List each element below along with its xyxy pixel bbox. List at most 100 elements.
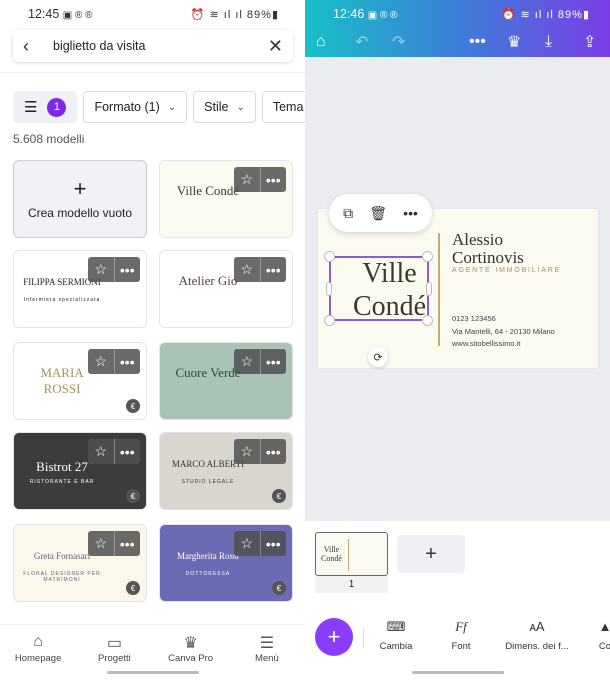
- tool-label: Dimens. dei f...: [505, 641, 569, 652]
- template-card[interactable]: Cuore Verde ☆ •••: [159, 342, 293, 420]
- template-card[interactable]: Greta Fornasari FLORAL DESIGNER PER MATRI…: [13, 524, 147, 602]
- star-icon[interactable]: ☆: [234, 349, 261, 374]
- share-icon[interactable]: ⇪: [583, 32, 596, 52]
- pro-crown-icon: €: [126, 581, 140, 595]
- nav-homepage[interactable]: ⌂ Homepage: [0, 625, 76, 680]
- page-thumbnail[interactable]: Ville Condé: [315, 532, 388, 576]
- template-search-screen: 12:45 ▣ ® ® ⏰ ≋ ıl ıl 89%▮ ‹ biglietto d…: [0, 0, 305, 680]
- rotate-handle-icon[interactable]: ⟳: [368, 347, 388, 367]
- crown-icon[interactable]: ♛: [507, 32, 521, 52]
- clear-search-icon[interactable]: ✕: [268, 36, 283, 57]
- star-icon[interactable]: ☆: [88, 349, 115, 374]
- more-icon[interactable]: •••: [115, 349, 141, 374]
- resize-handle[interactable]: [422, 315, 433, 326]
- template-actions: ☆ •••: [88, 531, 140, 556]
- more-icon[interactable]: •••: [115, 257, 141, 282]
- notification-icons: ▣ ® ®: [367, 10, 398, 21]
- star-icon[interactable]: ☆: [88, 531, 115, 556]
- template-card[interactable]: Atelier Gio ☆ •••: [159, 250, 293, 328]
- resize-handle[interactable]: [324, 315, 335, 326]
- search-bar[interactable]: ‹ biglietto da visita ✕: [13, 30, 293, 62]
- pro-crown-icon: €: [272, 581, 286, 595]
- template-card[interactable]: MARCO ALBERTI STUDIO LEGALE ☆ ••• €: [159, 432, 293, 510]
- nav-label: Progetti: [98, 653, 131, 664]
- template-card[interactable]: MARIA ROSSI ☆ ••• €: [13, 342, 147, 420]
- more-options-icon[interactable]: •••: [469, 33, 486, 51]
- nav-menu[interactable]: ☰ Menù: [229, 625, 305, 680]
- download-icon[interactable]: ⤓: [545, 33, 552, 51]
- clock: 12:45: [28, 7, 60, 21]
- star-icon[interactable]: ☆: [234, 531, 261, 556]
- tool-font-size[interactable]: ᴀA Dimens. dei f...: [502, 619, 572, 652]
- name-line: Cortinovis: [452, 248, 524, 267]
- more-icon[interactable]: •••: [261, 349, 287, 374]
- filter-chip-stile[interactable]: Stile ⌄: [193, 91, 256, 123]
- star-icon[interactable]: ☆: [88, 439, 115, 464]
- font-size-icon: ᴀA: [529, 619, 545, 634]
- home-icon[interactable]: ⌂: [316, 33, 326, 51]
- redo-icon[interactable]: ↷: [392, 32, 405, 52]
- more-icon[interactable]: •••: [115, 531, 141, 556]
- undo-icon[interactable]: ↶: [355, 32, 368, 52]
- filters-button[interactable]: ☰ 1: [13, 91, 78, 123]
- person-name[interactable]: Alessio Cortinovis: [452, 231, 524, 267]
- tool-color[interactable]: ▲ Co: [570, 619, 610, 652]
- template-card[interactable]: Margherita Rossi DOTTORESSA ☆ ••• €: [159, 524, 293, 602]
- add-element-button[interactable]: +: [315, 618, 353, 656]
- battery-icon: ▮: [582, 8, 590, 21]
- more-icon[interactable]: •••: [261, 439, 287, 464]
- more-icon[interactable]: •••: [261, 531, 287, 556]
- filter-chip-formato[interactable]: Formato (1) ⌄: [83, 91, 188, 123]
- resize-handle[interactable]: [422, 251, 433, 262]
- chevron-down-icon: ⌄: [167, 101, 177, 113]
- create-blank-button[interactable]: + Crea modello vuoto: [13, 160, 147, 238]
- gold-divider: [438, 233, 440, 346]
- tool-font[interactable]: Ff Font: [426, 619, 496, 652]
- resize-handle[interactable]: [426, 282, 432, 296]
- crown-icon: ♛: [183, 635, 198, 652]
- more-icon[interactable]: •••: [261, 257, 287, 282]
- duplicate-icon[interactable]: ⧉: [343, 205, 353, 222]
- template-card[interactable]: FILIPPA SERMIONI Infermiera specializzata…: [13, 250, 147, 328]
- nav-label: Canva Pro: [168, 653, 214, 664]
- contact-info[interactable]: 0123 123456 Via Mantelli, 64 - 20130 Mil…: [452, 313, 555, 351]
- filter-chip-tema[interactable]: Tema: [261, 91, 305, 123]
- color-icon: ▲: [598, 619, 610, 634]
- template-subtitle: Infermiera specializzata: [23, 297, 101, 303]
- job-title[interactable]: AGENTE IMMOBILIARE: [452, 267, 561, 274]
- keyboard-icon: ⌨: [386, 619, 406, 634]
- resize-handle[interactable]: [324, 251, 335, 262]
- signal-icons: ⏰ ≋ ıl ıl: [501, 8, 554, 21]
- star-icon[interactable]: ☆: [234, 167, 261, 192]
- template-card[interactable]: Bistrot 27 RISTORANTE E BAR ☆ ••• €: [13, 432, 147, 510]
- chip-label: Formato (1): [94, 100, 160, 114]
- template-card[interactable]: Ville Condé ☆ •••: [159, 160, 293, 238]
- more-icon[interactable]: •••: [261, 167, 287, 192]
- divider: [0, 72, 305, 73]
- resize-handle[interactable]: [326, 282, 332, 296]
- create-blank-label: Crea modello vuoto: [27, 206, 133, 220]
- selection-box[interactable]: [329, 256, 429, 321]
- star-icon[interactable]: ☆: [88, 257, 115, 282]
- battery-level: 89%: [557, 8, 583, 21]
- menu-icon: ☰: [259, 635, 275, 652]
- filter-count-badge: 1: [47, 97, 67, 117]
- notification-icons: ▣ ® ®: [62, 10, 93, 21]
- star-icon[interactable]: ☆: [234, 257, 261, 282]
- search-input[interactable]: biglietto da visita: [45, 39, 268, 53]
- more-icon[interactable]: •••: [403, 205, 418, 221]
- font-icon: Ff: [455, 619, 467, 634]
- gesture-bar: [412, 671, 504, 674]
- star-icon[interactable]: ☆: [234, 439, 261, 464]
- battery-icon: ▮: [271, 8, 279, 21]
- plus-icon: +: [73, 176, 87, 201]
- add-page-button[interactable]: +: [397, 535, 465, 573]
- more-icon[interactable]: •••: [115, 439, 141, 464]
- result-count: 5.608 modelli: [13, 132, 85, 146]
- pro-crown-icon: €: [126, 399, 140, 413]
- tool-cambia[interactable]: ⌨ Cambia: [361, 619, 431, 652]
- trash-icon[interactable]: 🗑: [369, 205, 387, 222]
- back-arrow-icon[interactable]: ‹: [23, 36, 45, 57]
- template-subtitle: STUDIO LEGALE: [181, 479, 235, 485]
- editor-bottom-toolbar: + ⌨ Cambia Ff Font ᴀA Dimens. dei f... ▲ Co: [305, 603, 610, 680]
